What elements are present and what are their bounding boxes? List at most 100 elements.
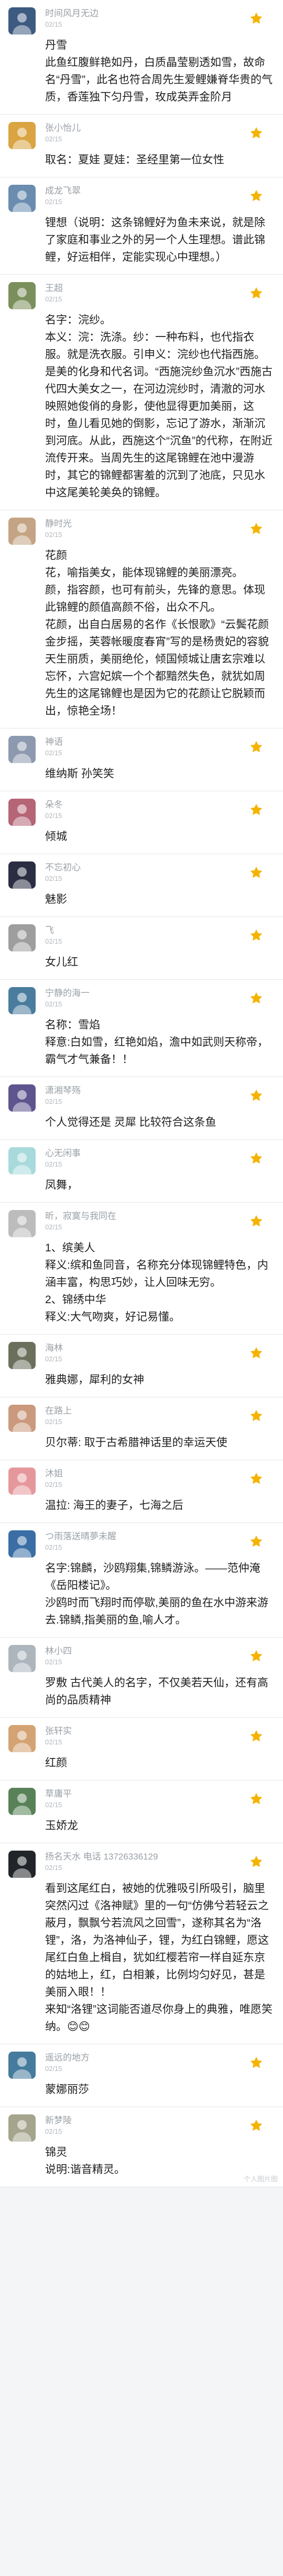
comment-item: 林小四 02/15 罗敷 古代美人的名字，不仅美若天仙，还有高尚的品质精神: [0, 1638, 283, 1718]
star-icon[interactable]: [249, 1346, 263, 1360]
avatar[interactable]: [8, 861, 36, 889]
comment-header: 王超 02/15: [45, 281, 275, 308]
star-icon[interactable]: [249, 1535, 263, 1548]
avatar[interactable]: [8, 1645, 36, 1672]
star-icon[interactable]: [249, 189, 263, 203]
avatar[interactable]: [8, 1405, 36, 1432]
username[interactable]: つ雨落送晴夢未醒: [45, 1529, 275, 1543]
username[interactable]: 王超: [45, 281, 275, 295]
avatar[interactable]: [8, 736, 36, 763]
star-icon[interactable]: [249, 12, 263, 25]
comment-text: 锦灵 说明:谐音精灵。: [45, 2146, 125, 2176]
username[interactable]: 宁静的海一: [45, 986, 275, 1000]
star-icon[interactable]: [249, 1472, 263, 1485]
comment-item: 扬名天水 电话 13726336129 02/15 看到这尾红白，被她的优雅吸引所吸…: [0, 1843, 283, 2044]
star-icon[interactable]: [249, 740, 263, 754]
avatar[interactable]: [8, 122, 36, 149]
avatar[interactable]: [8, 1210, 36, 1237]
comment-item: 张小怡儿 02/15 取名：夏娃 夏娃：圣经里第一位女性: [0, 115, 283, 177]
username[interactable]: 朵冬: [45, 798, 275, 811]
avatar[interactable]: [8, 1468, 36, 1495]
star-icon[interactable]: [249, 1214, 263, 1228]
username[interactable]: 潇湘琴殇: [45, 1083, 275, 1097]
username[interactable]: 神语: [45, 735, 275, 748]
star-icon[interactable]: [249, 1649, 263, 1663]
star-icon[interactable]: [249, 803, 263, 816]
avatar[interactable]: [8, 1342, 36, 1369]
comment-date: 02/15: [45, 1481, 62, 1488]
comment-item: 潇湘琴殇 02/15 个人觉得还是 灵犀 比较符合这条鱼: [0, 1077, 283, 1140]
avatar[interactable]: [8, 282, 36, 309]
comment-header: 不忘初心 02/15: [45, 860, 275, 888]
username[interactable]: 沐姐: [45, 1466, 275, 1480]
avatar[interactable]: [8, 7, 36, 35]
comment-header: 扬名天水 电话 13726336129 02/15: [45, 1850, 275, 1877]
username[interactable]: 遥远的地方: [45, 2051, 275, 2064]
star-icon[interactable]: [249, 1855, 263, 1868]
username[interactable]: 时间风月无边: [45, 6, 275, 20]
username[interactable]: 静时光: [45, 517, 275, 530]
comment-item: 草庸平 02/15 玉娇龙: [0, 1780, 283, 1843]
username[interactable]: 心无闲事: [45, 1146, 275, 1160]
comment-date: 02/15: [45, 1000, 62, 1008]
avatar[interactable]: [8, 799, 36, 826]
username[interactable]: 在路上: [45, 1404, 275, 1417]
star-icon[interactable]: [249, 1151, 263, 1165]
star-icon[interactable]: [249, 286, 263, 300]
comment-header: 宁静的海一 02/15: [45, 986, 275, 1013]
star-icon[interactable]: [249, 1792, 263, 1806]
username[interactable]: 张小怡儿: [45, 121, 275, 135]
username[interactable]: 草庸平: [45, 1787, 275, 1800]
comment-date: 02/15: [45, 1658, 62, 1666]
username[interactable]: 林小四: [45, 1644, 275, 1657]
comment-feed: 时间风月无边 02/15 丹雪 此鱼红腹鲜艳如丹，白质晶莹剔透如雪，故命名“丹雪”，…: [0, 0, 283, 2576]
comment-header: 海林 02/15: [45, 1341, 275, 1368]
username[interactable]: 不忘初心: [45, 860, 275, 874]
comment-header: 时间风月无边 02/15: [45, 6, 275, 33]
star-icon[interactable]: [249, 928, 263, 942]
comment-item: 海林 02/15 雅典娜，犀利的女神: [0, 1335, 283, 1397]
comment-header: 神语 02/15: [45, 735, 275, 762]
comment-text: 红颜: [45, 1757, 67, 1769]
username[interactable]: 昕，寂寞与我同在: [45, 1209, 275, 1223]
star-icon[interactable]: [249, 1409, 263, 1423]
avatar[interactable]: [8, 1530, 36, 1558]
avatar[interactable]: [8, 2052, 36, 2079]
avatar[interactable]: [8, 1147, 36, 1174]
comment-item: 沐姐 02/15 温拉: 海王的妻子，七海之后: [0, 1460, 283, 1523]
avatar[interactable]: [8, 1725, 36, 1752]
star-icon[interactable]: [249, 1089, 263, 1102]
star-icon[interactable]: [249, 866, 263, 879]
star-icon[interactable]: [249, 126, 263, 140]
star-icon[interactable]: [249, 522, 263, 535]
avatar[interactable]: [8, 1788, 36, 1815]
comment-text: 名字:锦麟，沙鸥翔集,锦鳞游泳。——范仲淹《岳阳楼记》。 沙鸥时而飞翔时而停歇,…: [45, 1562, 268, 1626]
username[interactable]: 成龙飞翠: [45, 184, 275, 197]
comment-date: 02/15: [45, 1097, 62, 1105]
comment-item: 成龙飞翠 02/15 锂想（说明：这条锦鲤好为鱼未来说，就是除了家庭和事业之外的另一…: [0, 177, 283, 275]
avatar[interactable]: [8, 518, 36, 545]
comment-text: 贝尔蒂: 取于古希腊神话里的幸运天使: [45, 1437, 227, 1449]
avatar[interactable]: [8, 924, 36, 951]
avatar[interactable]: [8, 1084, 36, 1112]
comment-date: 02/15: [45, 198, 62, 206]
avatar[interactable]: [8, 185, 36, 212]
comment-date: 02/15: [45, 1738, 62, 1746]
username[interactable]: 扬名天水 电话 13726336129: [45, 1850, 275, 1863]
comment-date: 02/15: [45, 135, 62, 143]
star-icon[interactable]: [249, 2056, 263, 2069]
username[interactable]: 新梦陵: [45, 2113, 275, 2127]
username[interactable]: 张轩实: [45, 1724, 275, 1738]
star-icon[interactable]: [249, 2119, 263, 2132]
avatar[interactable]: [8, 987, 36, 1014]
username[interactable]: 海林: [45, 1341, 275, 1354]
avatar[interactable]: [8, 1851, 36, 1878]
username[interactable]: 飞: [45, 923, 275, 937]
comment-header: 成龙飞翠 02/15: [45, 184, 275, 211]
star-icon[interactable]: [249, 1729, 263, 1743]
comment-text: 锂想（说明：这条锦鲤好为鱼未来说，就是除了家庭和事业之外的另一个人生理想。谱此锦…: [45, 217, 265, 263]
star-icon[interactable]: [249, 991, 263, 1005]
comment-item: 昕，寂寞与我同在 02/15 1、缤美人 释义:缤和鱼同音，名称充分体现锦鲤特色，内…: [0, 1203, 283, 1335]
avatar[interactable]: [8, 2114, 36, 2142]
watermark: 个人图片图: [243, 2175, 278, 2183]
